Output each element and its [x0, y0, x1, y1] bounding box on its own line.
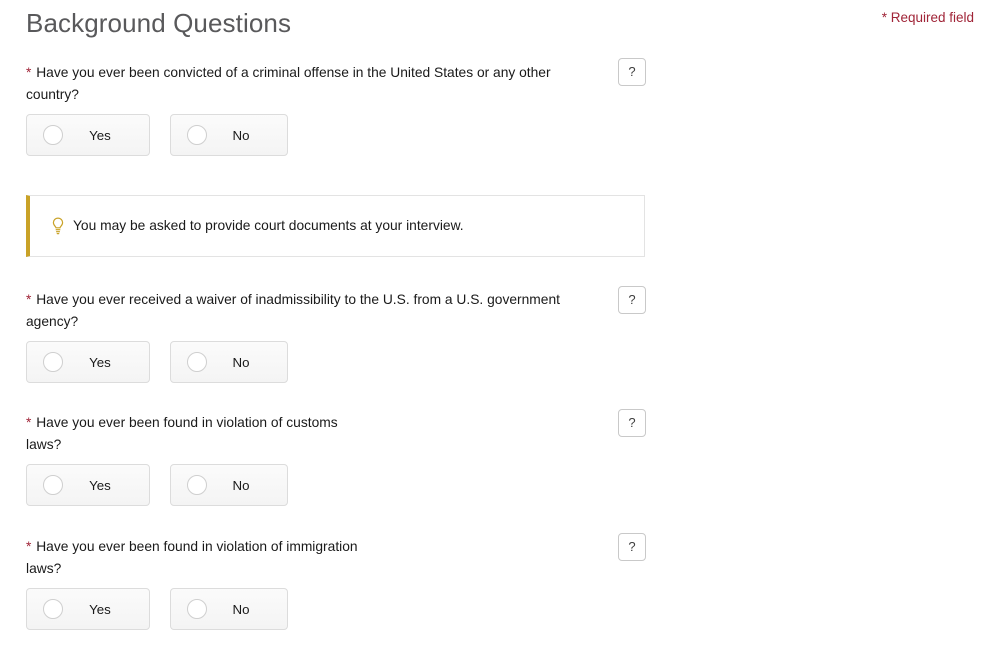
radio-label-no: No	[232, 354, 250, 370]
radio-circle-icon	[43, 352, 63, 372]
tip-callout-text: You may be asked to provide court docume…	[73, 218, 464, 233]
radio-circle-icon	[43, 599, 63, 619]
radio-label-no: No	[232, 601, 250, 617]
radio-label-no: No	[232, 127, 250, 143]
radio-label-yes: Yes	[89, 127, 111, 143]
required-asterisk: *	[26, 539, 32, 554]
radio-option-no-1[interactable]: No	[170, 114, 288, 156]
help-button-4[interactable]: ?	[618, 533, 646, 561]
question-text-line1: Have you ever received a waiver of inadm…	[36, 292, 560, 307]
required-field-note: * Required field	[881, 10, 974, 25]
tip-callout: You may be asked to provide court docume…	[26, 195, 645, 257]
radio-label-yes: Yes	[89, 354, 111, 370]
help-button-3[interactable]: ?	[618, 409, 646, 437]
radio-circle-icon	[187, 125, 207, 145]
radio-label-yes: Yes	[89, 477, 111, 493]
question-label-3: * Have you ever been found in violation …	[26, 412, 446, 455]
background-questions-page: Background Questions * Required field * …	[0, 0, 1000, 645]
radio-option-yes-1[interactable]: Yes	[26, 114, 150, 156]
radio-option-yes-3[interactable]: Yes	[26, 464, 150, 506]
question-text-line1: Have you ever been found in violation of…	[36, 539, 358, 554]
required-asterisk: *	[26, 415, 32, 430]
question-label-1: * Have you ever been convicted of a crim…	[26, 62, 601, 105]
radio-circle-icon	[187, 475, 207, 495]
radio-label-yes: Yes	[89, 601, 111, 617]
radio-circle-icon	[43, 125, 63, 145]
question-label-2: * Have you ever received a waiver of ina…	[26, 289, 601, 332]
radio-option-yes-4[interactable]: Yes	[26, 588, 150, 630]
required-asterisk: *	[26, 65, 32, 80]
question-text-line1: Have you ever been convicted of a crimin…	[36, 65, 551, 80]
question-label-4: * Have you ever been found in violation …	[26, 536, 446, 579]
radio-option-no-4[interactable]: No	[170, 588, 288, 630]
page-title: Background Questions	[26, 8, 292, 38]
required-asterisk: *	[26, 292, 32, 307]
lightbulb-icon	[52, 217, 64, 235]
radio-option-yes-2[interactable]: Yes	[26, 341, 150, 383]
radio-option-no-3[interactable]: No	[170, 464, 288, 506]
help-button-2[interactable]: ?	[618, 286, 646, 314]
help-button-1[interactable]: ?	[618, 58, 646, 86]
radio-circle-icon	[187, 352, 207, 372]
radio-circle-icon	[187, 599, 207, 619]
question-text-line2: laws?	[26, 560, 62, 576]
question-text-line2: country?	[26, 86, 79, 102]
radio-option-no-2[interactable]: No	[170, 341, 288, 383]
question-text-line2: agency?	[26, 313, 79, 329]
question-text-line2: laws?	[26, 436, 62, 452]
radio-circle-icon	[43, 475, 63, 495]
radio-label-no: No	[232, 477, 250, 493]
question-text-line1: Have you ever been found in violation of…	[36, 415, 338, 430]
